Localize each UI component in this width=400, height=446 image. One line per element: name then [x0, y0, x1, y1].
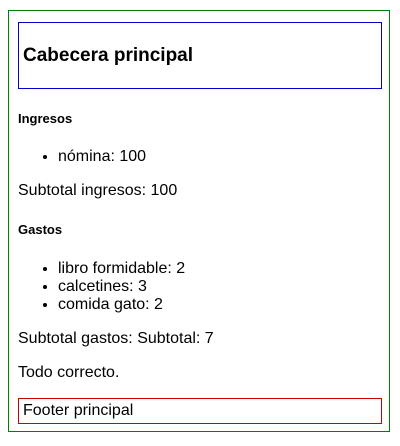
ingresos-subtotal: Subtotal ingresos: 100 [18, 182, 178, 199]
list-item: calcetines: 3 [58, 278, 185, 296]
list-item: nómina: 100 [58, 148, 146, 166]
ingresos-heading: Ingresos [18, 111, 73, 126]
gastos-list: libro formidable: 2 calcetines: 3 comida… [18, 260, 185, 314]
main-footer: Footer principal [18, 398, 382, 424]
ingresos-list: nómina: 100 [18, 148, 146, 166]
list-item: libro formidable: 2 [58, 260, 185, 278]
status-message: Todo correcto. [18, 364, 120, 381]
gastos-subtotal: Subtotal gastos: Subtotal: 7 [18, 330, 214, 347]
gastos-heading: Gastos [18, 222, 63, 237]
app-container: Cabecera principal Ingresos nómina: 100 … [8, 10, 390, 432]
page-title: Cabecera principal [23, 45, 194, 66]
list-item: comida gato: 2 [58, 296, 185, 314]
main-header: Cabecera principal [18, 22, 382, 89]
